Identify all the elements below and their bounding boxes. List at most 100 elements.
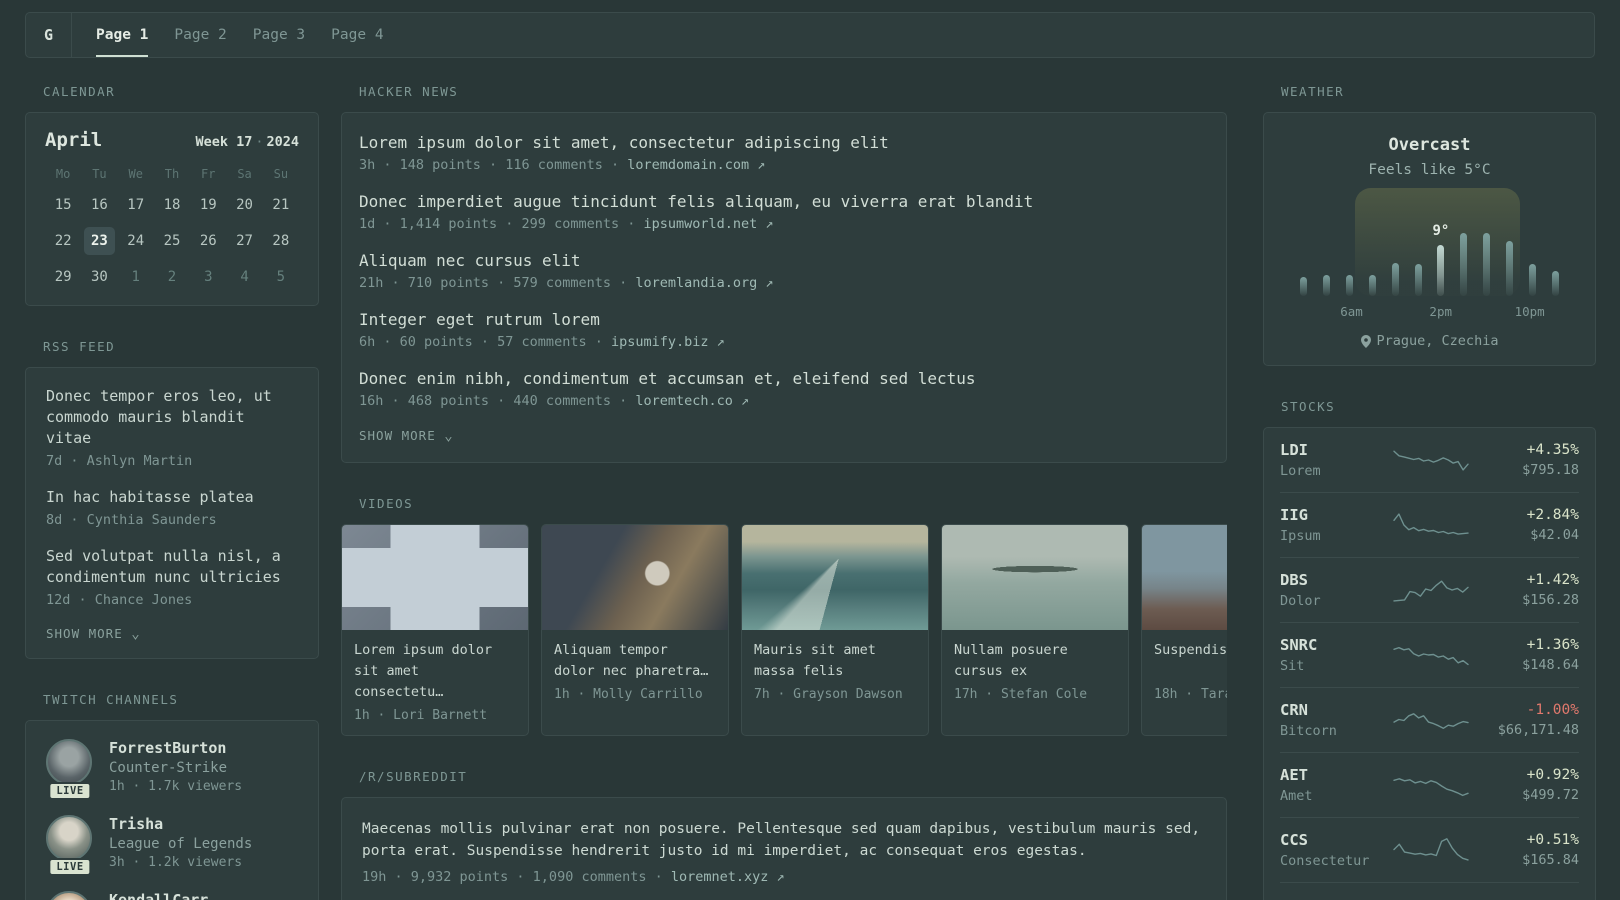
rss-item[interactable]: In hac habitasse platea 8d · Cynthia Sau…	[46, 487, 298, 528]
stock-change: +4.35%	[1526, 442, 1579, 458]
hn-item-title[interactable]: Integer eget rutrum lorem	[359, 310, 1209, 329]
stock-row[interactable]: IIG Ipsum +2.84% $42.04	[1280, 492, 1579, 557]
weekday-label: Tu	[92, 167, 107, 181]
video-thumbnail[interactable]	[942, 525, 1128, 630]
hn-item-title[interactable]: Donec enim nibh, condimentum et accumsan…	[359, 369, 1209, 388]
video-thumbnail[interactable]	[342, 525, 528, 630]
hn-item-link[interactable]: loremdomain.com	[627, 157, 749, 173]
subreddit-post-title[interactable]: Maecenas mollis pulvinar erat non posuer…	[362, 818, 1206, 862]
stock-ticker[interactable]: DBS	[1280, 571, 1392, 589]
rss-item[interactable]: Donec tempor eros leo, ut commodo mauris…	[46, 386, 298, 469]
video-thumbnail[interactable]	[742, 525, 928, 630]
stock-ticker[interactable]: IIG	[1280, 506, 1392, 524]
stock-row[interactable]: AET Amet +0.92% $499.72	[1280, 752, 1579, 817]
calendar-day-next-month: 5	[276, 269, 286, 285]
time-label: 10pm	[1514, 304, 1545, 319]
current-temp-label: 9°	[1432, 222, 1450, 239]
rss-show-more-button[interactable]: SHOW MORE ⌄	[46, 626, 298, 642]
video-meta: 7h · Grayson Dawson	[754, 687, 903, 702]
stock-change: +1.36%	[1526, 637, 1579, 653]
rss-item-title[interactable]: In hac habitasse platea	[46, 487, 298, 508]
hn-item-title[interactable]: Lorem ipsum dolor sit amet, consectetur …	[359, 133, 1209, 152]
stock-ticker[interactable]: CRN	[1280, 701, 1392, 719]
video-card[interactable]: Lorem ipsum dolor sit amet consectetu… 1…	[341, 524, 529, 736]
stock-ticker[interactable]: AET	[1280, 766, 1392, 784]
twitch-channel[interactable]: KendallCarr	[46, 891, 298, 900]
weather-hour-bar	[1483, 232, 1491, 296]
subreddit-widget: Maecenas mollis pulvinar erat non posuer…	[341, 797, 1227, 900]
weather-hour-bar	[1300, 276, 1307, 296]
twitch-widget: LIVE ForrestBurton Counter-Strike 1h · 1…	[25, 720, 319, 900]
rss-section: RSS FEED Donec tempor eros leo, ut commo…	[25, 339, 319, 659]
stock-price: $795.18	[1522, 462, 1579, 478]
stock-ticker[interactable]: LDI	[1280, 441, 1392, 459]
weather-hour-bar: 9°	[1433, 223, 1449, 296]
stock-change: +0.51%	[1526, 832, 1579, 848]
stock-price: $156.28	[1522, 592, 1579, 608]
tab-page-1[interactable]: Page 1	[96, 13, 149, 57]
show-more-label: SHOW MORE	[46, 626, 123, 641]
weather-hour-bar	[1322, 274, 1330, 296]
stock-price: $165.84	[1522, 852, 1579, 868]
stock-row[interactable]: CCS Consectetur +0.51% $165.84	[1280, 817, 1579, 882]
video-card[interactable]: Nullam posuere cursus ex 17h · Stefan Co…	[941, 524, 1129, 736]
calendar-widget: April Week 17 · 2024 Mo Tu We Th Fr Sa Su …	[25, 112, 319, 306]
video-card[interactable]: Suspendisse diam 18h · Tara	[1141, 524, 1227, 736]
stock-sparkline	[1392, 896, 1470, 900]
hn-item-title[interactable]: Aliquam nec cursus elit	[359, 251, 1209, 270]
video-thumbnail[interactable]	[1142, 525, 1227, 630]
stock-change: +1.42%	[1526, 572, 1579, 588]
subreddit-post-link[interactable]: loremnet.xyz	[671, 869, 769, 885]
rss-section-title: RSS FEED	[43, 339, 116, 354]
hn-meta-text: 3h · 148 points · 116 comments ·	[359, 157, 628, 173]
calendar-day: 18	[163, 197, 181, 213]
stock-price: $42.04	[1530, 527, 1579, 543]
rss-item-title[interactable]: Sed volutpat nulla nisl, a condimentum n…	[46, 546, 298, 588]
stock-row[interactable]: CRN Bitcorn -1.00% $66,171.48	[1280, 687, 1579, 752]
stock-row[interactable]: DBS Dolor +1.42% $156.28	[1280, 557, 1579, 622]
subreddit-post: Maecenas mollis pulvinar erat non posuer…	[362, 818, 1206, 885]
hn-item-link[interactable]: loremtech.co	[635, 393, 733, 409]
videos-row: Lorem ipsum dolor sit amet consectetu… 1…	[341, 524, 1227, 736]
hn-item-link[interactable]: ipsumify.biz	[611, 334, 709, 350]
video-title[interactable]: Nullam posuere cursus ex	[954, 640, 1116, 682]
hn-item-link[interactable]: loremlandia.org	[635, 275, 757, 291]
hn-item-title[interactable]: Donec imperdiet augue tincidunt felis al…	[359, 192, 1209, 211]
stock-row[interactable]: SNRC Sit +1.36% $148.64	[1280, 622, 1579, 687]
twitch-channel[interactable]: LIVE ForrestBurton Counter-Strike 1h · 1…	[46, 739, 298, 800]
videos-section: VIDEOS Lorem ipsum dolor sit amet consec…	[341, 496, 1227, 736]
rss-item-title[interactable]: Donec tempor eros leo, ut commodo mauris…	[46, 386, 298, 449]
stock-ticker[interactable]: SNRC	[1280, 636, 1392, 654]
rss-item[interactable]: Sed volutpat nulla nisl, a condimentum n…	[46, 546, 298, 608]
channel-name[interactable]: ForrestBurton	[109, 739, 242, 757]
stock-name: Ipsum	[1280, 528, 1321, 544]
external-link-icon: ↗	[757, 157, 766, 173]
channel-name[interactable]: Trisha	[109, 815, 252, 833]
twitch-channel[interactable]: LIVE Trisha League of Legends 3h · 1.2k …	[46, 815, 298, 876]
video-thumbnail[interactable]	[542, 525, 728, 630]
video-card[interactable]: Mauris sit amet massa felis 7h · Grayson…	[741, 524, 929, 736]
tab-page-2[interactable]: Page 2	[174, 13, 226, 57]
hn-show-more-button[interactable]: SHOW MORE ⌄	[359, 428, 1209, 444]
time-label: 2pm	[1429, 304, 1452, 319]
tab-page-3[interactable]: Page 3	[253, 13, 305, 57]
hn-item-link[interactable]: ipsumworld.net	[643, 216, 757, 232]
subreddit-post-meta: 19h · 9,932 points · 1,090 comments · lo…	[362, 869, 1206, 885]
video-title[interactable]: Lorem ipsum dolor sit amet consectetu…	[354, 640, 516, 703]
video-title[interactable]: Suspendisse diam	[1154, 640, 1227, 682]
video-title[interactable]: Aliquam tempor dolor nec pharetra…	[554, 640, 716, 682]
app-logo[interactable]: G	[26, 13, 72, 57]
stock-change: +2.84%	[1526, 507, 1579, 523]
videos-section-title: VIDEOS	[359, 496, 414, 511]
stock-ticker[interactable]: CCS	[1280, 831, 1392, 849]
time-label: 6am	[1340, 304, 1363, 319]
stock-row[interactable]: LDI Lorem +4.35% $795.18	[1280, 428, 1579, 492]
stock-row[interactable]: AHS +0.46%	[1280, 882, 1579, 900]
stock-name: Lorem	[1280, 463, 1321, 479]
video-card[interactable]: Aliquam tempor dolor nec pharetra… 1h · …	[541, 524, 729, 736]
video-title[interactable]: Mauris sit amet massa felis	[754, 640, 916, 682]
video-meta: 18h · Tara	[1154, 687, 1227, 702]
channel-name[interactable]: KendallCarr	[109, 891, 208, 900]
stock-price: $66,171.48	[1497, 722, 1579, 738]
tab-page-4[interactable]: Page 4	[331, 13, 383, 57]
